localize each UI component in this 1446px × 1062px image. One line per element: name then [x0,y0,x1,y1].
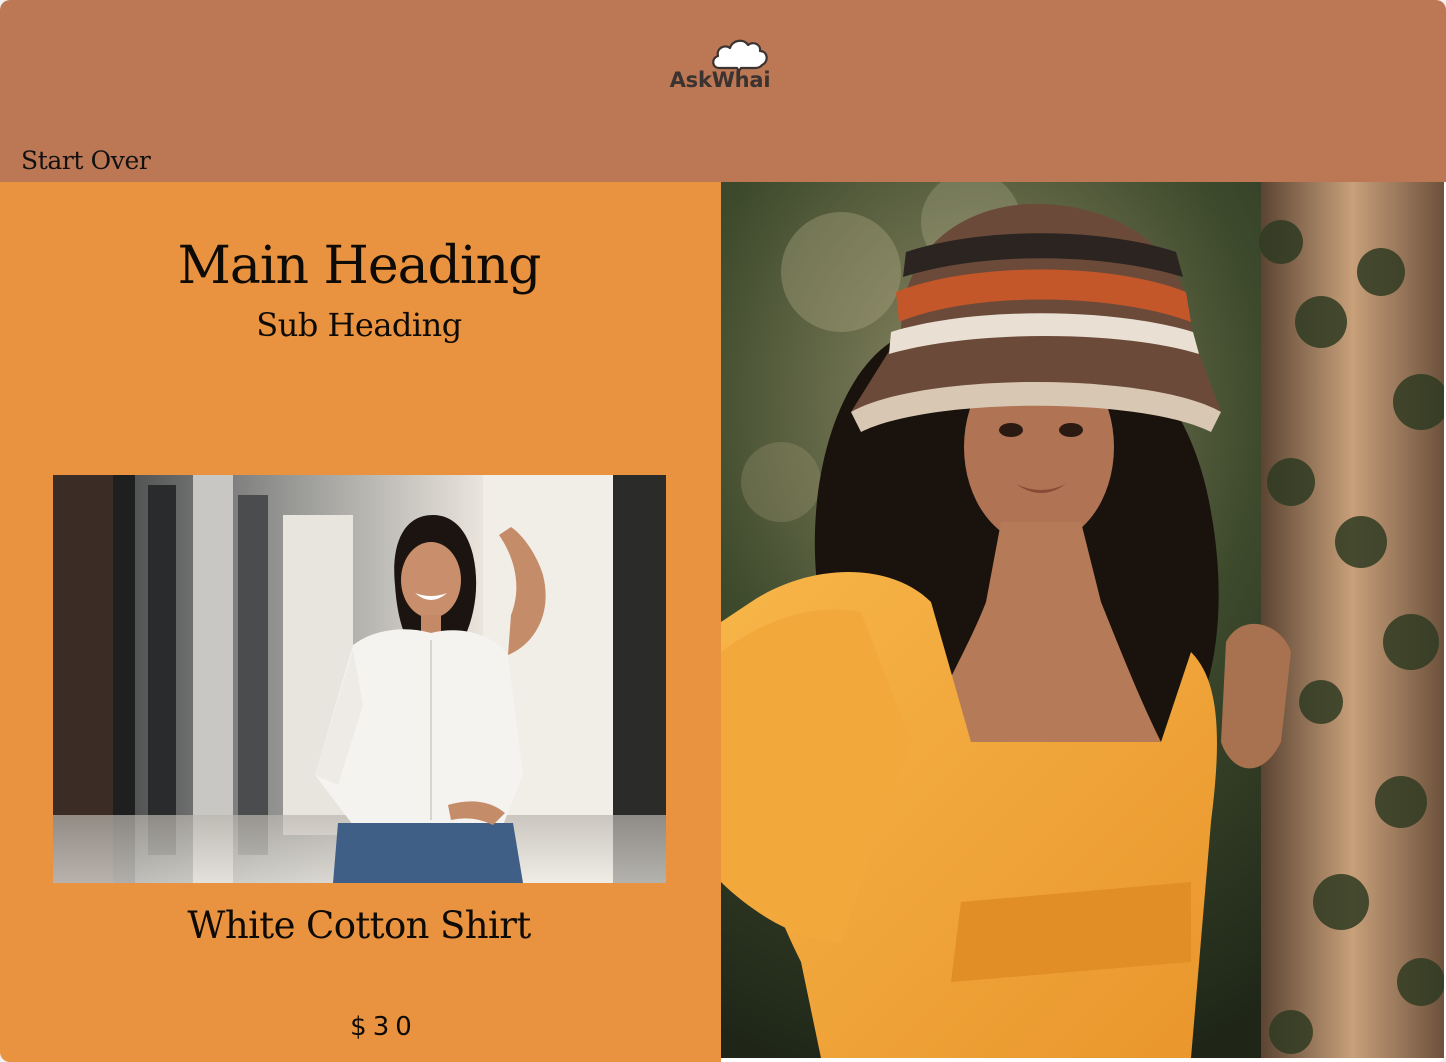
start-over-button[interactable]: Start Over [21,146,151,175]
sub-heading: Sub Heading [256,306,462,344]
brand-name: AskWhai [669,68,771,92]
brand-logo[interactable]: AskWhai [668,38,774,98]
product-price: $30 [350,1012,418,1042]
header-bar: AskWhai Start Over [0,0,1446,182]
product-name: White Cotton Shirt [187,904,531,947]
product-image[interactable] [53,475,666,883]
app-window: AskWhai Start Over Main Heading Sub Head… [0,0,1446,1062]
main-heading: Main Heading [177,236,542,296]
product-panel: Main Heading Sub Heading White Cotton Sh… [0,182,721,1062]
cloud-icon [712,39,768,72]
hero-image [721,182,1444,1058]
